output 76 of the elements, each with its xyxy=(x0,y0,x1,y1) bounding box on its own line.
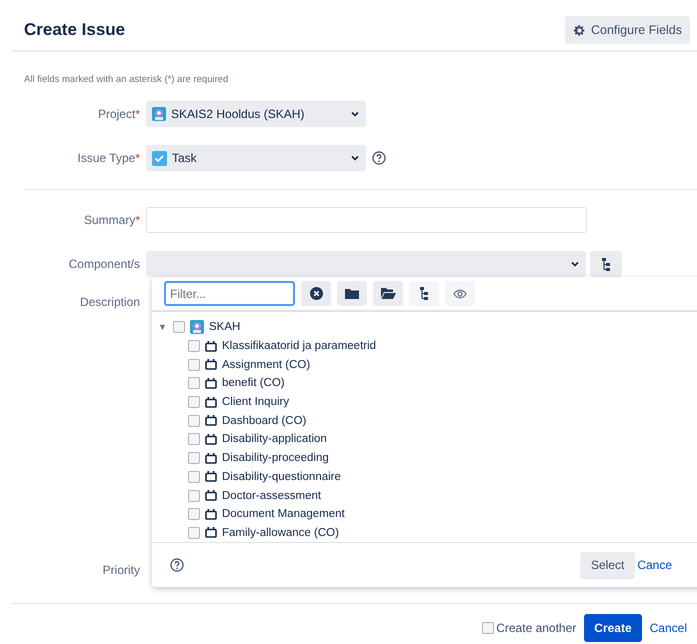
tree-item-label[interactable]: Family-allowance (CO) xyxy=(222,526,339,539)
required-note: All fields marked with an asterisk (*) are required xyxy=(24,74,230,85)
chevron-down-icon xyxy=(570,259,580,269)
field-label: Issue Type* xyxy=(76,151,141,165)
help-icon[interactable] xyxy=(372,151,386,165)
folder-icon xyxy=(345,288,359,299)
checkbox[interactable] xyxy=(188,490,200,502)
tree-icon xyxy=(419,287,429,300)
filter-field[interactable]: Filter... xyxy=(164,281,295,306)
component-icon xyxy=(205,434,217,445)
component-icon xyxy=(205,359,217,370)
settings-icon xyxy=(572,24,586,36)
tree-view-button[interactable] xyxy=(590,251,622,277)
checkbox[interactable] xyxy=(188,377,200,390)
component-icon xyxy=(205,527,217,538)
checkbox[interactable] xyxy=(188,340,200,352)
tree-item-label[interactable]: Disability-application xyxy=(222,433,327,446)
collapse-all-button[interactable] xyxy=(337,281,367,306)
configure-fields-button[interactable]: Configure Fields xyxy=(564,16,690,44)
checkbox[interactable] xyxy=(173,321,185,334)
tree-item-label[interactable]: benefit (CO) xyxy=(222,377,285,390)
field-label: Summary* xyxy=(82,213,141,227)
component-icon xyxy=(205,415,217,426)
component-icon xyxy=(205,471,217,482)
clear-button[interactable] xyxy=(301,281,331,306)
project-avatar-icon xyxy=(190,320,204,334)
checkbox[interactable] xyxy=(188,470,200,483)
checkbox[interactable] xyxy=(188,433,200,446)
tree-item-label[interactable]: Document Management xyxy=(222,508,345,520)
component-icon xyxy=(205,452,217,464)
expand-caret-icon[interactable]: ▼ xyxy=(158,322,168,332)
clear-icon xyxy=(310,287,322,300)
chevron-down-icon xyxy=(350,109,360,119)
project-avatar-icon xyxy=(152,107,166,121)
cancel-link[interactable]: Cance xyxy=(637,558,672,572)
field-label: Description xyxy=(78,295,141,309)
cancel-link[interactable]: Cancel xyxy=(650,621,687,635)
component-icon xyxy=(205,378,217,389)
component-icon xyxy=(205,508,217,520)
checkbox[interactable] xyxy=(188,358,200,371)
tree-item-label[interactable]: Dashboard (CO) xyxy=(222,414,306,427)
tree-item-label[interactable]: Disability-questionnaire xyxy=(222,470,341,483)
component-icon xyxy=(205,490,217,502)
tree-item-label[interactable]: Disability-proceeding xyxy=(222,452,329,464)
field-label: Priority xyxy=(102,563,141,577)
select-field[interactable]: SKAIS2 Hooldus (SKAH) xyxy=(146,101,366,127)
checkbox[interactable] xyxy=(188,508,200,520)
summary-field[interactable] xyxy=(146,207,587,233)
checkbox[interactable] xyxy=(188,452,200,464)
component-icon xyxy=(205,396,217,408)
tree-icon xyxy=(601,258,611,270)
checkbox[interactable] xyxy=(188,414,200,427)
tree-item-label[interactable]: Assignment (CO) xyxy=(222,358,310,371)
select-field[interactable]: Task xyxy=(146,145,366,171)
select-field[interactable] xyxy=(146,251,586,277)
task-checkbox-icon xyxy=(152,150,167,166)
help-icon[interactable] xyxy=(170,558,184,572)
tree-button[interactable] xyxy=(409,281,439,306)
tree-item-label[interactable]: Client Inquiry xyxy=(222,396,290,408)
checkbox[interactable] xyxy=(188,526,200,539)
tree-item-label[interactable]: SKAH xyxy=(209,321,240,334)
field-label: Project* xyxy=(96,107,141,121)
show-selected-button[interactable] xyxy=(445,281,475,306)
select-button[interactable]: Select xyxy=(580,552,636,578)
component-icon xyxy=(205,340,217,352)
create-button[interactable]: Create xyxy=(584,614,642,642)
create-another-checkbox[interactable]: Create another xyxy=(482,621,576,635)
expand-all-button[interactable] xyxy=(373,281,403,306)
tree-item-label[interactable]: Klassifikaatorid ja parameetrid xyxy=(222,340,376,352)
open-folder-icon xyxy=(380,288,396,299)
tree-item-label[interactable]: Doctor-assessment xyxy=(222,490,322,502)
eye-icon xyxy=(453,288,467,298)
checkbox[interactable] xyxy=(188,396,200,408)
field-label: Component/s xyxy=(68,257,141,271)
chevron-down-icon xyxy=(350,153,360,163)
dialog-title: Create Issue xyxy=(24,20,126,40)
